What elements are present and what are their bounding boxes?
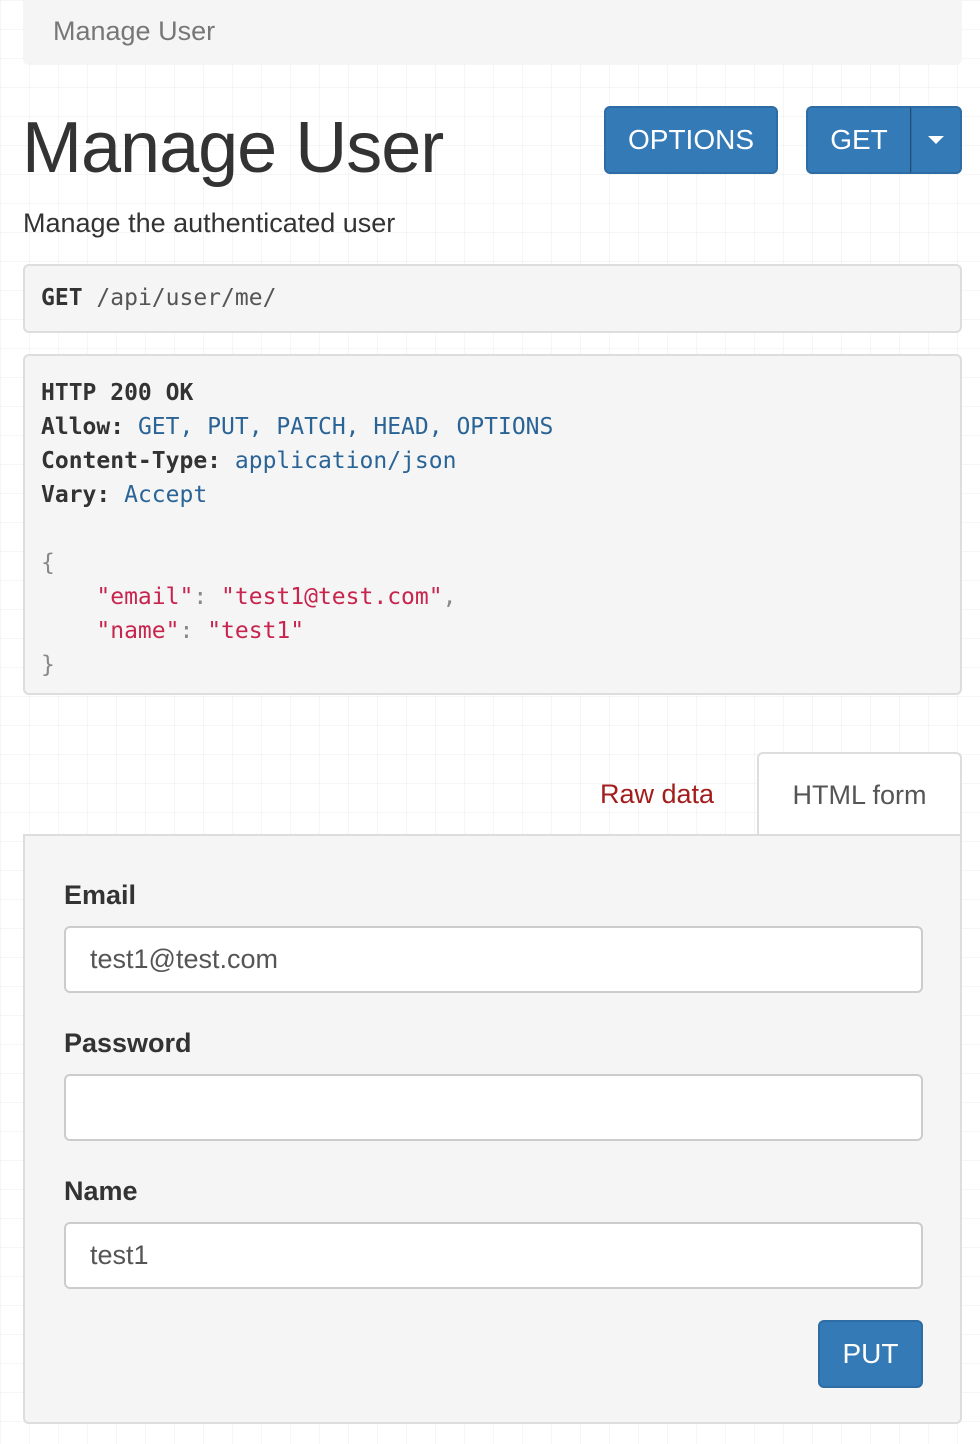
request-info: GET /api/user/me/ [23, 264, 962, 333]
breadcrumb: Manage User [23, 0, 962, 65]
response-header-value: GET, PUT, PATCH, HEAD, OPTIONS [137, 414, 554, 440]
response-header-name: Vary: [41, 482, 111, 508]
json-key-name: "name" [96, 618, 180, 644]
get-button[interactable]: GET [806, 106, 911, 174]
password-field[interactable] [64, 1074, 923, 1141]
json-open-brace: { [41, 550, 55, 576]
json-value-email: "test1@test.com" [221, 584, 443, 610]
html-form-panel: Email Password Name PUT [23, 834, 962, 1424]
request-path: /api/user/me/ [96, 285, 277, 311]
caret-down-icon [928, 136, 944, 144]
tab-html-form[interactable]: HTML form [757, 752, 962, 836]
breadcrumb-item[interactable]: Manage User [53, 16, 215, 46]
response-header-name: Allow: [41, 414, 125, 440]
response-header-value: Accept [124, 482, 208, 508]
get-button-group: GET [806, 106, 962, 174]
options-button[interactable]: OPTIONS [604, 106, 778, 174]
json-close-brace: } [41, 652, 55, 678]
content-tabs: Raw data HTML form [23, 752, 962, 836]
json-key-email: "email" [96, 584, 194, 610]
name-field[interactable] [64, 1222, 923, 1289]
json-value-name: "test1" [207, 618, 305, 644]
tab-raw-data[interactable]: Raw data [557, 752, 757, 836]
put-button[interactable]: PUT [818, 1320, 923, 1388]
page-description: Manage the authenticated user [23, 208, 396, 238]
response-header-value: application/json [234, 448, 457, 474]
response-header-name: Content-Type: [41, 448, 222, 474]
name-label: Name [64, 1176, 138, 1206]
get-format-dropdown-toggle[interactable] [911, 106, 962, 174]
password-label: Password [64, 1028, 192, 1058]
email-label: Email [64, 880, 137, 910]
email-field[interactable] [64, 926, 923, 993]
response-info: HTTP 200 OK Allow: GET, PUT, PATCH, HEAD… [23, 354, 962, 695]
request-method: GET [41, 285, 83, 311]
page-title: Manage User [22, 108, 444, 188]
response-status-line: HTTP 200 OK [41, 380, 194, 406]
